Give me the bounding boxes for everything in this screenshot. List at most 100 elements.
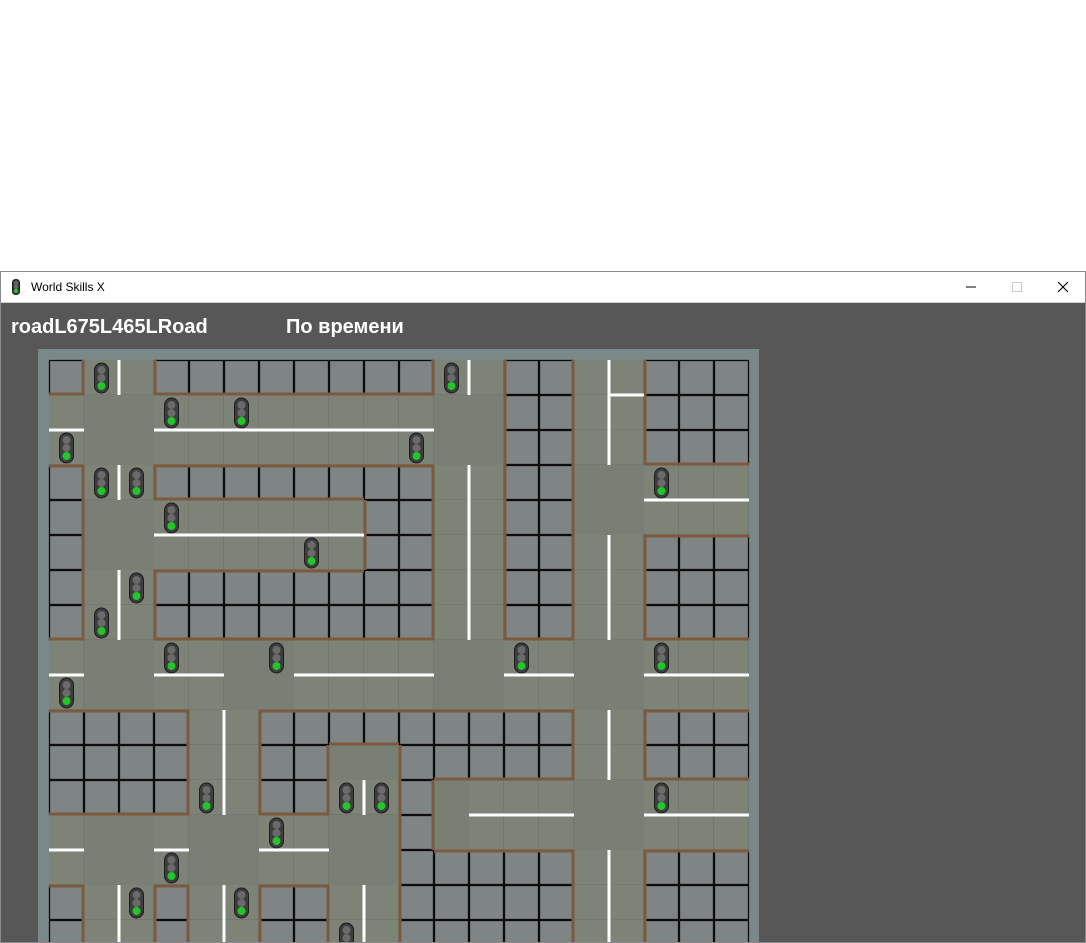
road-cell [154, 430, 189, 465]
road-cell [364, 640, 399, 675]
signal-lamp-off [657, 794, 666, 802]
minimize-icon [966, 286, 976, 288]
building-cell [503, 534, 540, 571]
building-cell [468, 744, 505, 781]
road-cell [49, 815, 84, 850]
building-cell [398, 709, 435, 746]
road-cell [329, 430, 364, 465]
maximize-button[interactable] [994, 272, 1040, 302]
signal-lamp-green [517, 662, 526, 670]
building-cell [678, 849, 715, 886]
signal-lamp-off [237, 409, 246, 417]
road-cell [294, 850, 329, 885]
building-cell [678, 744, 715, 781]
building-cell [258, 709, 295, 746]
building-cell [363, 534, 400, 571]
building-cell [258, 779, 295, 816]
road-cell [329, 885, 364, 920]
road-cell [259, 850, 294, 885]
signal-lamp-off [167, 646, 176, 654]
road-cell [434, 535, 469, 570]
building-cell [293, 919, 330, 942]
road-cell [539, 780, 574, 815]
intersection-cell [609, 780, 644, 815]
road-cell [714, 780, 749, 815]
building-cell [363, 359, 400, 396]
intersection-cell [609, 815, 644, 850]
signal-lamp-green [657, 487, 666, 495]
intersection-cell [434, 395, 469, 430]
signal-lamp-off [132, 471, 141, 479]
building-cell [433, 919, 470, 942]
intersection-cell [84, 850, 119, 885]
road-cell [259, 395, 294, 430]
road-cell [364, 430, 399, 465]
road-cell [224, 500, 259, 535]
building-cell [258, 884, 295, 921]
road-cell [714, 640, 749, 675]
building-cell [223, 464, 260, 501]
intersection-cell [469, 395, 504, 430]
intersection-cell [189, 850, 224, 885]
road-cell [364, 920, 399, 942]
road-cell [119, 605, 154, 640]
signal-lamp-off [272, 829, 281, 837]
road-cell [539, 640, 574, 675]
signal-lamp-off [412, 436, 421, 444]
intersection-cell [84, 500, 119, 535]
road-cell [679, 640, 714, 675]
road-cell [609, 395, 644, 430]
road-cell [294, 430, 329, 465]
intersection-cell [84, 395, 119, 430]
road-cell [679, 815, 714, 850]
intersection-cell [364, 745, 399, 780]
signal-lamp-green [447, 382, 456, 390]
building-cell [188, 569, 225, 606]
building-cell [118, 744, 155, 781]
road-cell [224, 710, 259, 745]
building-cell [293, 779, 330, 816]
title-bar[interactable]: World Skills X [1, 272, 1085, 303]
road-cell [329, 500, 364, 535]
building-cell [258, 464, 295, 501]
signal-lamp-off [167, 654, 176, 662]
road-cell [259, 500, 294, 535]
building-cell [293, 359, 330, 396]
signal-lamp-green [97, 382, 106, 390]
road-cell [364, 675, 399, 710]
road-cell [84, 570, 119, 605]
building-cell [678, 884, 715, 921]
intersection-cell [84, 535, 119, 570]
building-cell [538, 569, 575, 606]
road-cell [469, 780, 504, 815]
building-cell [713, 919, 750, 942]
building-cell [258, 569, 295, 606]
building-cell [293, 744, 330, 781]
road-cell [294, 815, 329, 850]
road-cell [469, 535, 504, 570]
minimize-button[interactable] [948, 272, 994, 302]
signal-lamp-off [97, 611, 106, 619]
building-cell [678, 429, 715, 466]
signal-lamp-off [657, 786, 666, 794]
signal-lamp-off [132, 891, 141, 899]
building-cell [713, 884, 750, 921]
road-cell [574, 710, 609, 745]
close-icon [1058, 282, 1068, 292]
building-cell [468, 849, 505, 886]
signal-lamp-off [202, 786, 211, 794]
signal-lamp-green [62, 697, 71, 705]
road-cell [504, 780, 539, 815]
signal-lamp-green [342, 802, 351, 810]
building-cell [503, 569, 540, 606]
road-cell [609, 570, 644, 605]
city-map-board[interactable] [38, 349, 759, 942]
intersection-cell [119, 500, 154, 535]
building-cell [643, 359, 680, 396]
building-cell [223, 604, 260, 641]
building-cell [538, 464, 575, 501]
intersection-cell [224, 850, 259, 885]
road-cell [714, 465, 749, 500]
building-cell [678, 359, 715, 396]
close-button[interactable] [1040, 272, 1085, 302]
